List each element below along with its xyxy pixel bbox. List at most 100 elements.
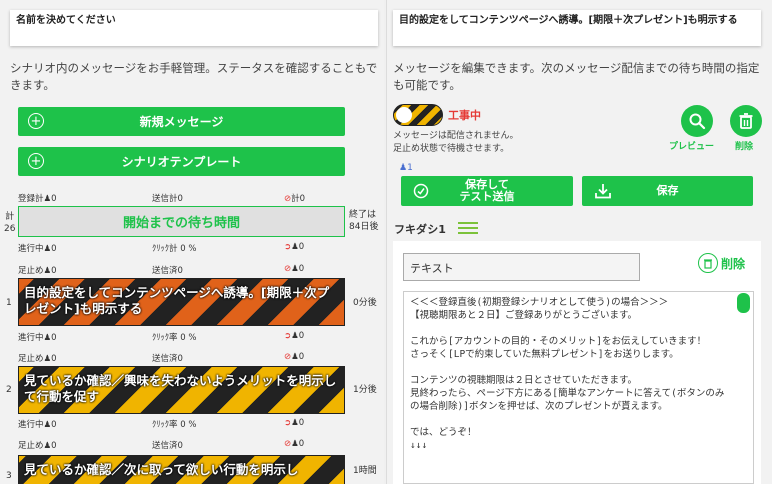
message-type-value: テキスト xyxy=(410,262,454,275)
scenario-template-button[interactable]: + シナリオテンプレート xyxy=(18,147,345,176)
stat-value: 0 xyxy=(298,418,305,428)
wait-time-button[interactable]: 開始までの待ち時間 xyxy=(18,206,345,237)
click-rate-stat: ｸﾘｯｸ率 0 % xyxy=(152,331,196,343)
balloon-delete-label: 削除 xyxy=(721,256,746,271)
status-toggle[interactable] xyxy=(393,104,443,126)
stopped-stat: 足止め♟0 xyxy=(18,352,57,364)
user-icon: ♟ xyxy=(43,333,52,343)
download-icon xyxy=(595,184,611,199)
save-button[interactable]: 保存 xyxy=(582,176,753,206)
exit-stat: ➲♟0 xyxy=(284,331,304,341)
status-note: メッセージは配信されません。 足止め状態で待機させます。 xyxy=(393,131,519,154)
stat-value: 0 xyxy=(177,441,183,451)
stat-value: 0 xyxy=(298,439,305,449)
stat-value: 0 % xyxy=(180,333,197,343)
click-rate-stat: ｸﾘｯｸ率 0 % xyxy=(152,418,196,430)
stopped-stat: 足止め♟0 xyxy=(18,264,57,276)
user-icon: ♟ xyxy=(43,194,52,204)
user-count: ♟1 xyxy=(399,163,413,173)
user-icon: ♟ xyxy=(291,264,299,274)
trash-icon xyxy=(739,113,753,129)
save-and-test-button[interactable]: 保存して テスト送信 xyxy=(401,176,573,206)
plus-icon: + xyxy=(28,113,44,129)
save-and-test-label: 保存して テスト送信 xyxy=(459,178,515,203)
user-icon: ♟ xyxy=(291,352,299,362)
user-icon: ♟ xyxy=(43,266,52,276)
stat-value: 0 % xyxy=(180,420,197,430)
drag-handle-icon[interactable] xyxy=(458,220,478,236)
stat-value: 0 xyxy=(298,352,305,362)
stat-label: ｸﾘｯｸ率 xyxy=(152,420,178,430)
balloon-delete-button[interactable]: 削除 xyxy=(698,253,745,273)
message-delay: 1分後 xyxy=(353,385,377,395)
stat-value: 0 xyxy=(298,242,305,252)
app-root: 名前を決めてください シナリオ内のメッセージをお手軽管理。ステータスを確認するこ… xyxy=(0,0,772,484)
in-progress-stat: 進行中♟0 xyxy=(18,418,57,430)
stat-value: 0 xyxy=(51,266,57,276)
sent-done-stat: 送信済0 xyxy=(152,439,183,451)
user-icon: ♟ xyxy=(43,354,52,364)
stat-value: 0 xyxy=(51,441,57,451)
user-icon: ♟ xyxy=(399,163,408,173)
stat-label: ｸﾘｯｸ率 xyxy=(152,333,178,343)
preview-label: プレビュー xyxy=(669,142,715,152)
message-body-textarea[interactable]: ＜＜＜登録直後(初期登録シナリオとして使う)の場合＞＞＞ 【視聴期限あと２日】ご… xyxy=(403,291,754,484)
exit-stat: ➲♟0 xyxy=(284,242,304,252)
stat-label: 登録計 xyxy=(18,194,44,204)
sent-done-stat: 送信済0 xyxy=(152,264,183,276)
message-title: 見ているか確認／次に取って欲しい行動を明示し xyxy=(24,462,299,477)
user-icon: ♟ xyxy=(291,418,299,428)
user-icon: ♟ xyxy=(291,331,299,341)
editor-description: メッセージを編集できます。次のメッセージ配信までの待ち時間の指定も可能です。 xyxy=(393,61,760,92)
textarea-scrollbar[interactable] xyxy=(737,293,750,313)
wait-time-label: 開始までの待ち時間 xyxy=(122,216,240,231)
sent-done-stat: 送信済0 xyxy=(152,352,183,364)
stat-value: 0 xyxy=(51,420,57,430)
scenario-name-input[interactable]: 名前を決めてください xyxy=(10,10,378,46)
scenario-template-label: シナリオテンプレート xyxy=(121,155,242,169)
delete-label: 削除 xyxy=(735,142,754,152)
user-icon: ♟ xyxy=(43,420,52,430)
message-number: 3 xyxy=(6,471,12,481)
stat-label: 送信済 xyxy=(152,266,178,276)
stat-label: 計 xyxy=(291,194,300,204)
total-count: 計 26 xyxy=(4,212,16,234)
stat-value: 0 xyxy=(177,266,183,276)
stat-label: 送信計 xyxy=(152,194,178,204)
status-label: 工事中 xyxy=(448,109,481,122)
stopped-stat: 足止め♟0 xyxy=(18,439,57,451)
trash-icon xyxy=(698,253,718,273)
registered-total: 登録計♟0 xyxy=(18,192,57,204)
message-type-select[interactable]: テキスト xyxy=(403,253,640,281)
stat-value: 0 % xyxy=(180,244,197,254)
message-card-2[interactable]: 見ているか確認／興味を失わないようメリットを明示して行動を促す xyxy=(18,366,345,414)
stat-value: 0 xyxy=(298,331,305,341)
stat-label: 足止め xyxy=(18,354,44,364)
stat-value: 0 xyxy=(51,194,57,204)
in-progress-stat: 進行中♟0 xyxy=(18,331,57,343)
balloon-label: フキダシ1 xyxy=(394,223,446,236)
stat-value: 0 xyxy=(51,333,57,343)
stat-label: 送信済 xyxy=(152,441,178,451)
delete-message-button[interactable] xyxy=(730,105,762,137)
message-delay: 0分後 xyxy=(353,298,377,308)
new-message-button[interactable]: + 新規メッセージ xyxy=(18,107,345,136)
stat-label: 進行中 xyxy=(18,333,44,343)
stat-value: 0 xyxy=(177,194,183,204)
sent-total: 送信計0 xyxy=(152,192,183,204)
stat-value: 0 xyxy=(298,264,305,274)
send-icon xyxy=(413,183,429,199)
preview-button[interactable] xyxy=(681,105,713,137)
blocked-stat: ⊘♟0 xyxy=(284,439,304,449)
search-icon xyxy=(689,113,706,130)
stat-label: 進行中 xyxy=(18,244,44,254)
user-icon: ♟ xyxy=(43,244,52,254)
message-title-input[interactable]: 目的設定をしてコンテンツページへ誘導。[期限＋次プレゼント]も明示する xyxy=(393,10,761,46)
message-card-1[interactable]: 目的設定をしてコンテンツページへ誘導。[期限＋次プレゼント]も明示する xyxy=(18,278,345,326)
stat-value: 0 xyxy=(177,354,183,364)
stat-label: 足止め xyxy=(18,441,44,451)
stat-label: ｸﾘｯｸ計 xyxy=(152,244,178,254)
message-number: 2 xyxy=(6,385,12,395)
message-card-3[interactable]: 見ているか確認／次に取って欲しい行動を明示し xyxy=(18,455,345,484)
scenario-description: シナリオ内のメッセージをお手軽管理。ステータスを確認することもできます。 xyxy=(10,61,378,92)
